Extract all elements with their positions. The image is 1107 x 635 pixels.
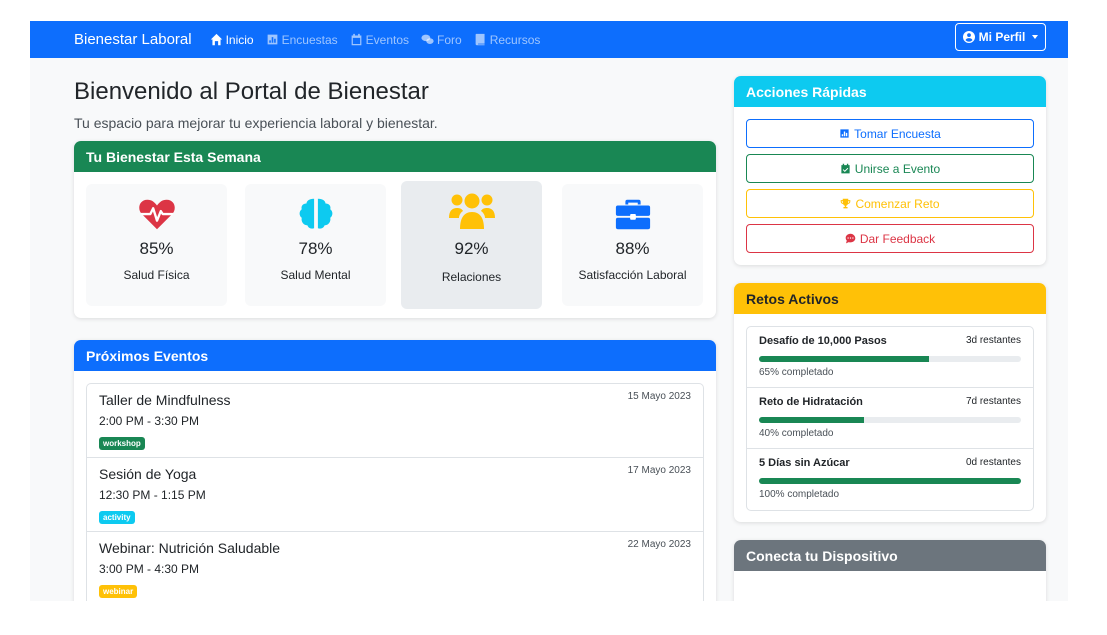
nav-link-label: Recursos <box>489 32 541 47</box>
event-badge: webinar <box>99 585 138 598</box>
challenges-list: Desafío de 10,000 Pasos 3d restantes 65%… <box>746 326 1034 511</box>
metric-value: 85% <box>139 239 174 258</box>
event-item[interactable]: Sesión de Yoga 12:30 PM - 1:15 PM 17 May… <box>87 458 703 532</box>
user-circle-icon <box>962 31 975 43</box>
challenge-progress-bar <box>759 417 1021 423</box>
wellbeing-card-header: Tu Bienestar Esta Semana <box>74 141 716 172</box>
challenge-progress-label: 40% completado <box>759 428 834 439</box>
metric-value: 78% <box>298 239 333 258</box>
brand-link[interactable]: Bienestar Laboral <box>74 31 192 48</box>
challenge-item[interactable]: Desafío de 10,000 Pasos 3d restantes 65%… <box>747 327 1033 388</box>
heartbeat-icon <box>138 199 175 230</box>
event-date: 22 Mayo 2023 <box>627 539 691 550</box>
metric-label: Relaciones <box>441 270 502 284</box>
home-icon <box>210 33 222 46</box>
join-event-button[interactable]: Unirse a Evento <box>746 154 1034 183</box>
metric-value: 88% <box>615 239 650 258</box>
calendar-check-icon <box>841 163 850 174</box>
metric-tile-job[interactable]: 88% Satisfacción Laboral <box>562 184 703 306</box>
challenges-header: Retos Activos <box>734 283 1046 314</box>
poll-icon <box>267 34 277 45</box>
start-challenge-label: Comenzar Reto <box>855 196 940 211</box>
profile-label: Mi Perfil <box>978 30 1026 44</box>
challenge-item[interactable]: Reto de Hidratación 7d restantes 40% com… <box>747 388 1033 449</box>
poll-icon <box>840 129 849 138</box>
event-time: 2:00 PM - 3:30 PM <box>99 414 200 428</box>
calendar-icon <box>351 33 362 46</box>
wellbeing-card: Tu Bienestar Esta Semana 85% Salud Físic… <box>74 141 716 318</box>
challenge-progress-fill <box>759 356 930 362</box>
challenge-remaining: 7d restantes <box>965 396 1021 407</box>
challenge-title: 5 Días sin Azúcar <box>759 457 850 469</box>
event-badge: activity <box>99 511 135 524</box>
comment-dots-icon <box>845 233 856 244</box>
metric-tile-relations[interactable]: 92% Relaciones <box>401 181 542 309</box>
challenge-progress-label: 65% completado <box>759 367 834 378</box>
challenge-progress-bar <box>759 356 1021 362</box>
event-title: Sesión de Yoga <box>99 466 197 482</box>
event-badge: workshop <box>99 437 145 450</box>
challenge-item[interactable]: 5 Días sin Azúcar 0d restantes 100% comp… <box>747 449 1033 510</box>
challenge-remaining: 3d restantes <box>965 335 1021 346</box>
challenges-card: Retos Activos Desafío de 10,000 Pasos 3d… <box>734 283 1046 522</box>
challenge-title: Reto de Hidratación <box>759 396 863 408</box>
briefcase-icon <box>615 199 650 230</box>
metric-tile-mental[interactable]: 78% Salud Mental <box>245 184 386 306</box>
metric-tile-physical[interactable]: 85% Salud Física <box>86 184 227 306</box>
device-card-header: Conecta tu Dispositivo <box>734 540 1046 571</box>
event-time: 12:30 PM - 1:15 PM <box>99 488 206 502</box>
give-feedback-label: Dar Feedback <box>859 231 936 246</box>
metric-label: Satisfacción Laboral <box>578 268 687 282</box>
take-survey-label: Tomar Encuesta <box>854 126 941 141</box>
metric-label: Salud Física <box>123 268 190 282</box>
brain-icon <box>299 198 332 229</box>
challenge-progress-bar <box>759 478 1021 484</box>
take-survey-button[interactable]: Tomar Encuesta <box>746 119 1034 148</box>
event-date: 15 Mayo 2023 <box>627 391 691 402</box>
event-date: 17 Mayo 2023 <box>627 465 691 476</box>
page-title: Bienvenido al Portal de Bienestar <box>74 78 429 105</box>
chevron-down-icon <box>1032 35 1039 39</box>
page-subtitle: Tu espacio para mejorar tu experiencia l… <box>74 115 438 131</box>
comments-icon <box>421 34 434 44</box>
device-card: Conecta tu Dispositivo <box>734 540 1046 601</box>
challenge-progress-label: 100% completado <box>759 489 840 500</box>
app-frame: Bienestar Laboral Inicio Encuestas Event… <box>30 21 1068 601</box>
event-title: Webinar: Nutrición Saludable <box>99 540 281 556</box>
events-list: Taller de Mindfulness 2:00 PM - 3:30 PM … <box>86 383 704 601</box>
join-event-label: Unirse a Evento <box>854 161 941 176</box>
trophy-icon <box>841 198 851 209</box>
metric-label: Salud Mental <box>280 268 351 282</box>
nav-link-label: Encuestas <box>281 32 338 47</box>
navbar: Bienestar Laboral Inicio Encuestas Event… <box>30 21 1068 58</box>
metric-value: 92% <box>454 239 489 258</box>
challenge-progress-fill <box>759 417 864 423</box>
nav-link-label: Inicio <box>225 32 254 47</box>
challenge-progress-fill <box>759 478 1021 484</box>
nav-link-label: Foro <box>437 32 462 47</box>
event-item[interactable]: Taller de Mindfulness 2:00 PM - 3:30 PM … <box>87 384 703 458</box>
events-card-header: Próximos Eventos <box>74 340 716 371</box>
event-item[interactable]: Webinar: Nutrición Saludable 3:00 PM - 4… <box>87 532 703 601</box>
quick-actions-header: Acciones Rápidas <box>734 76 1046 107</box>
profile-dropdown-button[interactable]: Mi Perfil <box>955 23 1046 51</box>
challenge-remaining: 0d restantes <box>965 457 1021 468</box>
challenge-title: Desafío de 10,000 Pasos <box>759 335 887 347</box>
start-challenge-button[interactable]: Comenzar Reto <box>746 189 1034 218</box>
quick-actions-card: Acciones Rápidas Tomar Encuesta Unirse a… <box>734 76 1046 265</box>
event-time: 3:00 PM - 4:30 PM <box>99 562 200 576</box>
events-card: Próximos Eventos Taller de Mindfulness 2… <box>74 340 716 601</box>
nav-link-encuestas[interactable]: Encuestas <box>266 33 338 47</box>
event-title: Taller de Mindfulness <box>99 392 231 408</box>
users-icon <box>448 193 495 229</box>
give-feedback-button[interactable]: Dar Feedback <box>746 224 1034 253</box>
nav-link-inicio[interactable]: Inicio <box>210 33 254 47</box>
nav-link-foro[interactable]: Foro <box>421 33 462 47</box>
nav-link-recursos[interactable]: Recursos <box>474 32 541 47</box>
nav-link-label: Eventos <box>365 32 409 47</box>
nav-link-eventos[interactable]: Eventos <box>350 33 409 47</box>
book-icon <box>475 33 485 46</box>
